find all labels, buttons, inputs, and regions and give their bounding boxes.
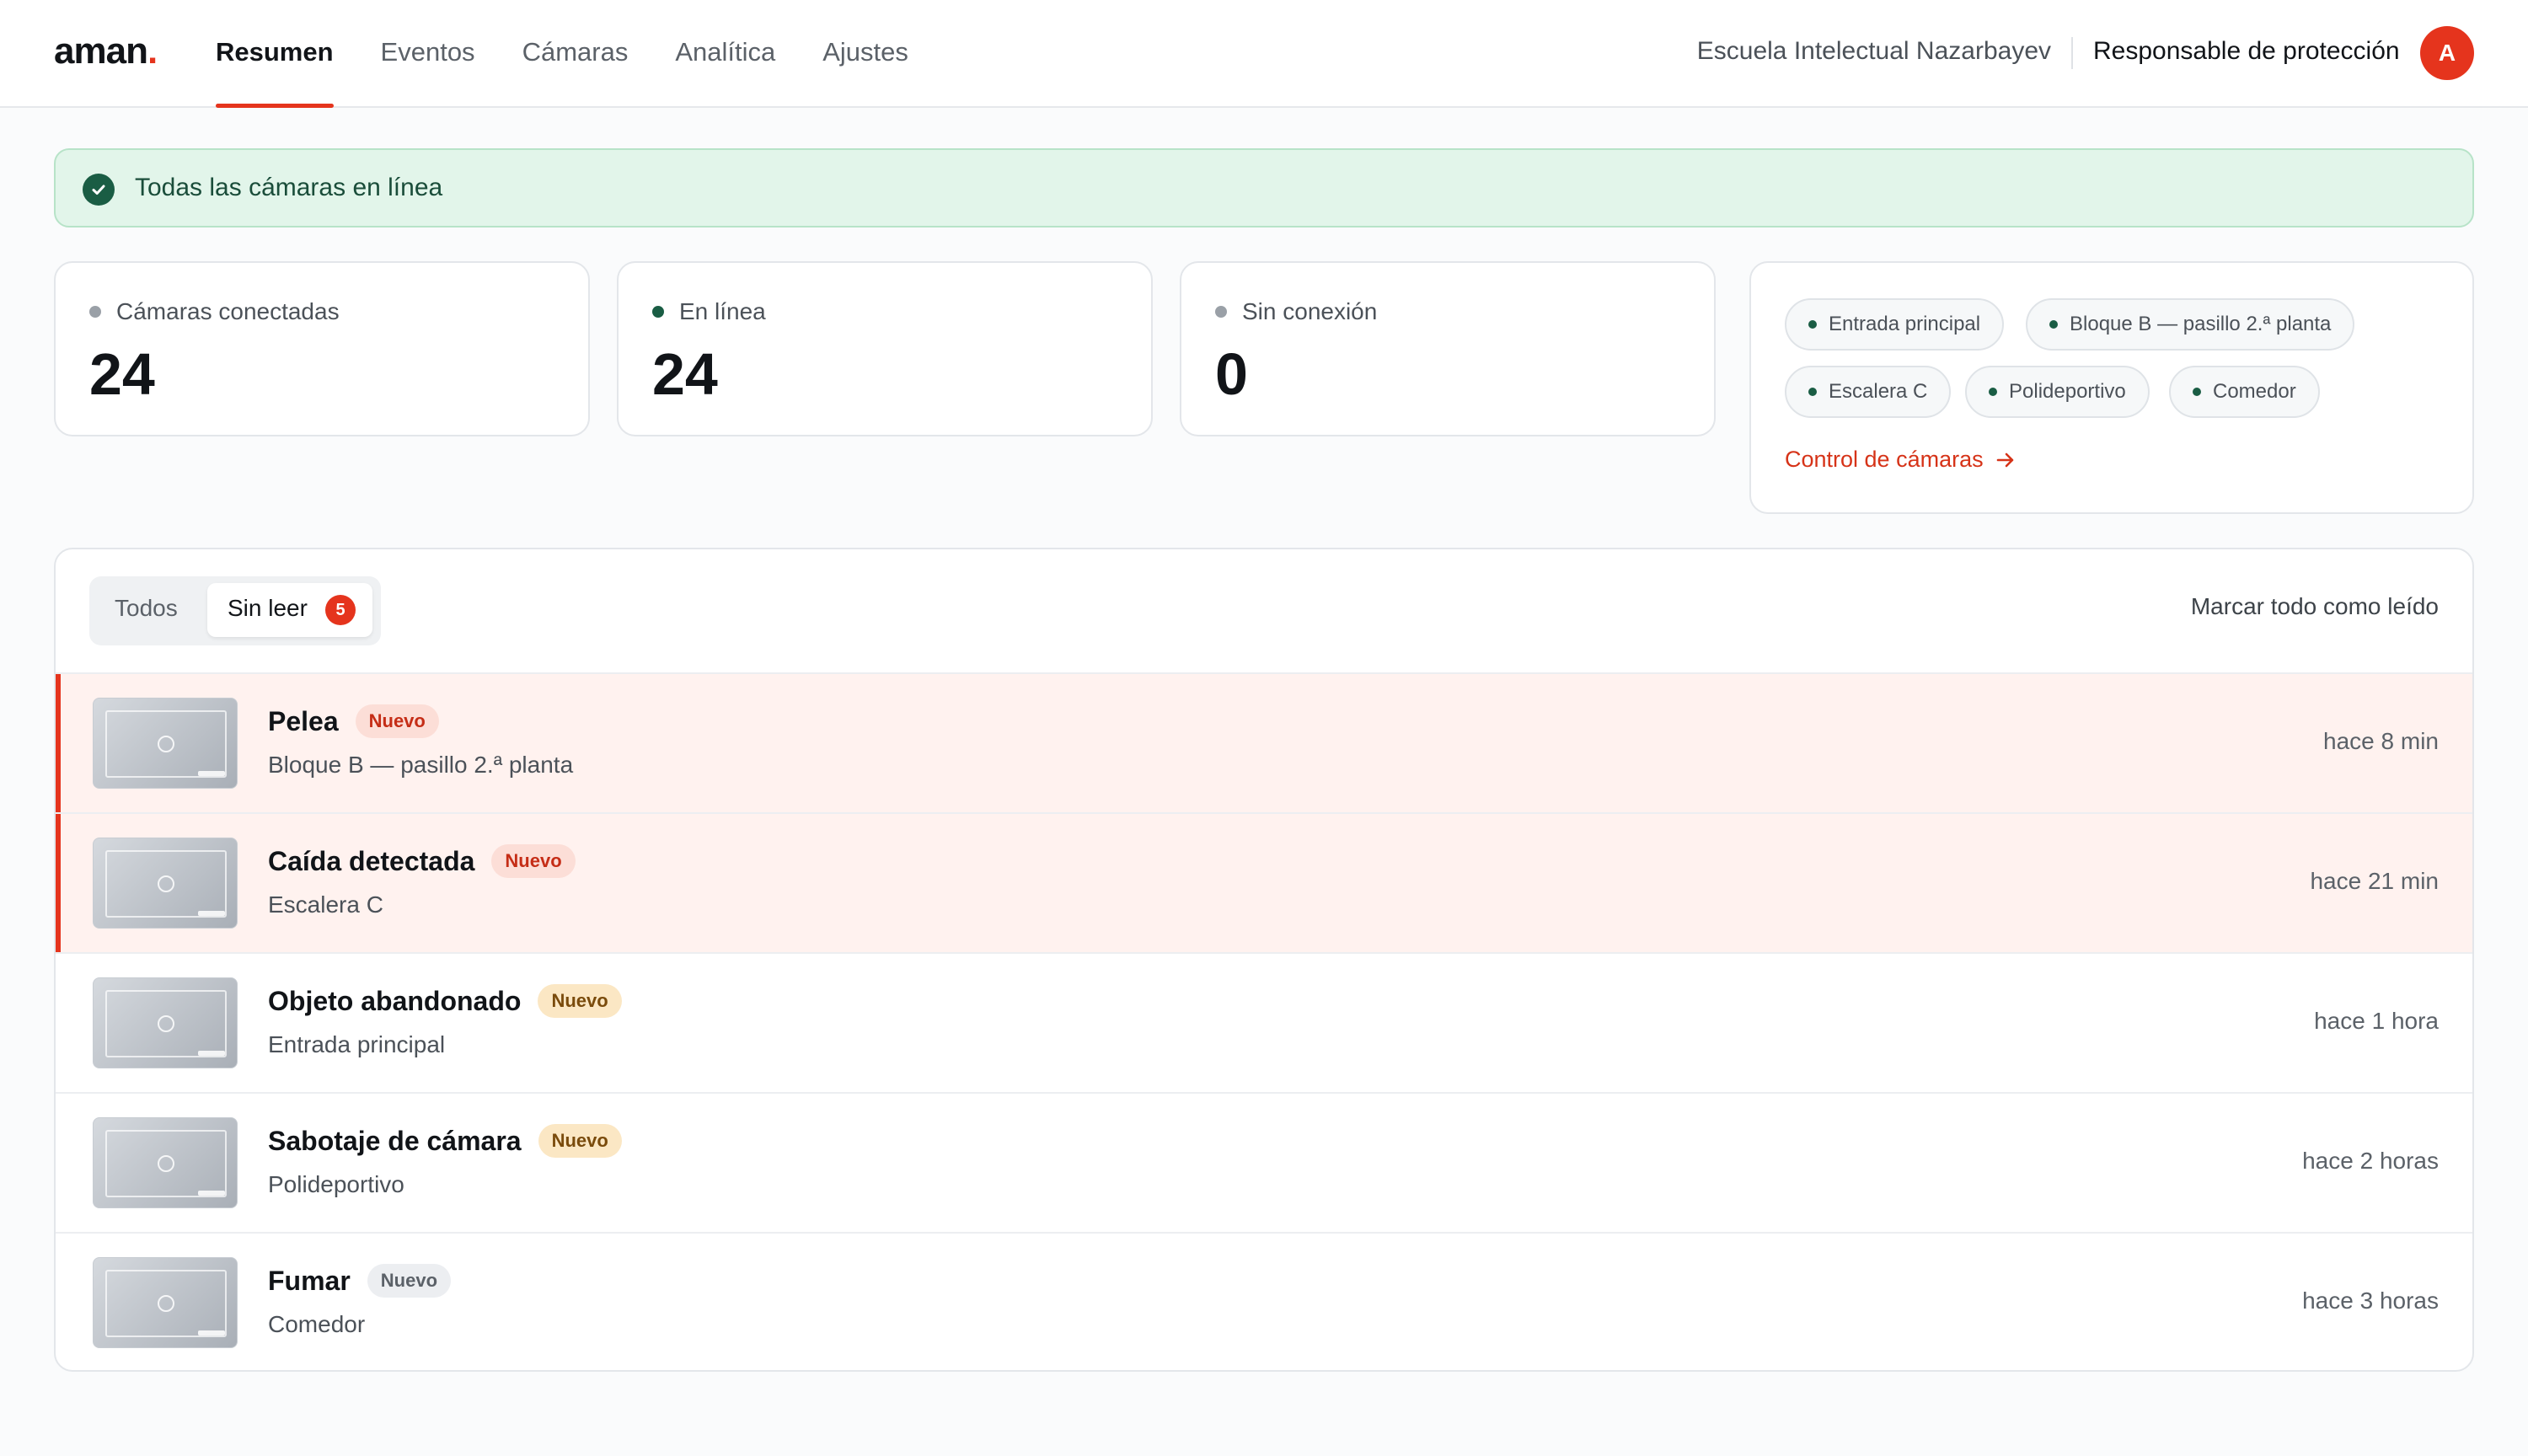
nav-ajustes[interactable]: Ajustes	[822, 0, 908, 108]
nav-resumen[interactable]: Resumen	[216, 0, 334, 108]
status-banner-text: Todas las cámaras en línea	[135, 174, 443, 201]
top-bar: aman. Resumen Eventos Cámaras Analítica …	[0, 0, 2528, 108]
events-list: Pelea Nuevo Bloque B — pasillo 2.ª planta…	[56, 672, 2472, 1370]
camera-thumbnail	[93, 1257, 238, 1348]
camera-thumbnail	[93, 838, 238, 929]
stat-label: Sin conexión	[1215, 298, 1377, 325]
event-title: Caída detectada Nuevo	[268, 844, 576, 878]
event-time: hace 3 horas	[2302, 1287, 2439, 1314]
camera-locations-card: Entrada principal Bloque B — pasillo 2.ª…	[1749, 261, 2474, 514]
stat-card-connected: Cámaras conectadas 24	[54, 261, 590, 436]
online-dot-icon	[2049, 320, 2058, 329]
stat-label-text: Sin conexión	[1242, 298, 1378, 324]
camera-thumbnail	[93, 977, 238, 1068]
event-location: Polideportivo	[268, 1171, 404, 1197]
event-row[interactable]: Fumar Nuevo Comedor hace 3 horas	[56, 1232, 2472, 1370]
new-badge: Nuevo	[355, 704, 439, 738]
camera-control-link-label: Control de cámaras	[1785, 447, 1984, 472]
event-title-text: Pelea	[268, 705, 339, 736]
new-badge: Nuevo	[491, 844, 576, 878]
camera-chip[interactable]: Entrada principal	[1785, 298, 2005, 351]
event-row[interactable]: Pelea Nuevo Bloque B — pasillo 2.ª planta…	[56, 672, 2472, 812]
status-dot-icon	[1215, 306, 1227, 318]
logo[interactable]: aman.	[54, 30, 158, 72]
event-title: Fumar Nuevo	[268, 1264, 452, 1298]
camera-control-link[interactable]: Control de cámaras	[1785, 447, 2016, 473]
event-location: Comedor	[268, 1311, 366, 1337]
stat-card-offline: Sin conexión 0	[1180, 261, 1716, 436]
camera-chip-label: Comedor	[2213, 380, 2296, 403]
camera-chip-label: Bloque B — pasillo 2.ª planta	[2070, 313, 2332, 335]
event-row[interactable]: Caída detectada Nuevo Escalera C hace 21 …	[56, 812, 2472, 952]
main-nav: Resumen Eventos Cámaras Analítica Ajuste…	[216, 0, 956, 108]
check-circle-icon	[83, 174, 115, 206]
nav-eventos[interactable]: Eventos	[381, 0, 475, 108]
event-time: hace 21 min	[2310, 868, 2439, 894]
unread-count-badge: 5	[325, 595, 356, 625]
event-title-text: Fumar	[268, 1265, 351, 1296]
online-dot-icon	[2193, 388, 2201, 396]
event-location: Bloque B — pasillo 2.ª planta	[268, 752, 574, 778]
stat-card-online: En línea 24	[617, 261, 1153, 436]
events-panel: Todos Sin leer 5 Marcar todo como leído …	[54, 548, 2474, 1372]
new-badge: Nuevo	[538, 984, 622, 1018]
stat-label-text: En línea	[679, 298, 766, 324]
event-time: hace 2 horas	[2302, 1148, 2439, 1174]
user-role[interactable]: Responsable de protección	[2093, 37, 2400, 66]
status-dot-icon	[89, 306, 101, 318]
event-location: Escalera C	[268, 891, 383, 918]
event-row[interactable]: Objeto abandonado Nuevo Entrada principal…	[56, 952, 2472, 1092]
stat-value: 24	[652, 341, 718, 407]
event-title: Objeto abandonado Nuevo	[268, 984, 622, 1018]
organization-name: Escuela Intelectual Nazarbayev	[1696, 37, 2051, 65]
mark-all-read-button[interactable]: Marcar todo como leído	[2191, 593, 2439, 620]
camera-chip[interactable]: Escalera C	[1785, 366, 1952, 418]
status-banner: Todas las cámaras en línea	[54, 148, 2474, 228]
stat-label-text: Cámaras conectadas	[116, 298, 340, 324]
tab-all[interactable]: Todos	[115, 595, 178, 622]
online-dot-icon	[1989, 388, 1997, 396]
new-badge: Nuevo	[367, 1264, 452, 1298]
event-title-text: Sabotaje de cámara	[268, 1125, 522, 1156]
status-dot-icon	[652, 306, 664, 318]
header-divider	[2071, 37, 2073, 69]
online-dot-icon	[1808, 320, 1817, 329]
event-title-text: Caída detectada	[268, 845, 475, 876]
stat-label: Cámaras conectadas	[89, 298, 340, 325]
event-row[interactable]: Sabotaje de cámara Nuevo Polideportivo ha…	[56, 1092, 2472, 1232]
nav-analitica[interactable]: Analítica	[675, 0, 775, 108]
logo-dot: .	[147, 30, 158, 72]
logo-text: aman	[54, 30, 148, 72]
event-time: hace 1 hora	[2314, 1008, 2439, 1034]
camera-chip-label: Polideportivo	[2009, 380, 2126, 403]
camera-chip[interactable]: Comedor	[2169, 366, 2320, 418]
camera-thumbnail	[93, 1117, 238, 1208]
tab-unread[interactable]: Sin leer 5	[207, 583, 372, 637]
arrow-right-icon	[1996, 452, 2013, 467]
new-badge: Nuevo	[538, 1124, 622, 1158]
camera-chip-label: Entrada principal	[1829, 313, 1981, 335]
stat-label: En línea	[652, 298, 766, 325]
event-location: Entrada principal	[268, 1031, 446, 1057]
stat-value: 0	[1215, 341, 1248, 407]
event-title: Pelea Nuevo	[268, 704, 439, 738]
avatar[interactable]: A	[2420, 26, 2474, 80]
camera-chip-label: Escalera C	[1829, 380, 1928, 403]
tab-unread-label: Sin leer	[228, 595, 308, 621]
stat-value: 24	[89, 341, 155, 407]
online-dot-icon	[1808, 388, 1817, 396]
camera-chip[interactable]: Bloque B — pasillo 2.ª planta	[2026, 298, 2355, 351]
event-title: Sabotaje de cámara Nuevo	[268, 1124, 622, 1158]
nav-camaras[interactable]: Cámaras	[522, 0, 629, 108]
camera-chip[interactable]: Polideportivo	[1965, 366, 2150, 418]
camera-thumbnail	[93, 698, 238, 789]
event-title-text: Objeto abandonado	[268, 985, 522, 1016]
event-time: hace 8 min	[2323, 728, 2439, 754]
filter-segmented-control: Todos Sin leer 5	[89, 576, 381, 645]
